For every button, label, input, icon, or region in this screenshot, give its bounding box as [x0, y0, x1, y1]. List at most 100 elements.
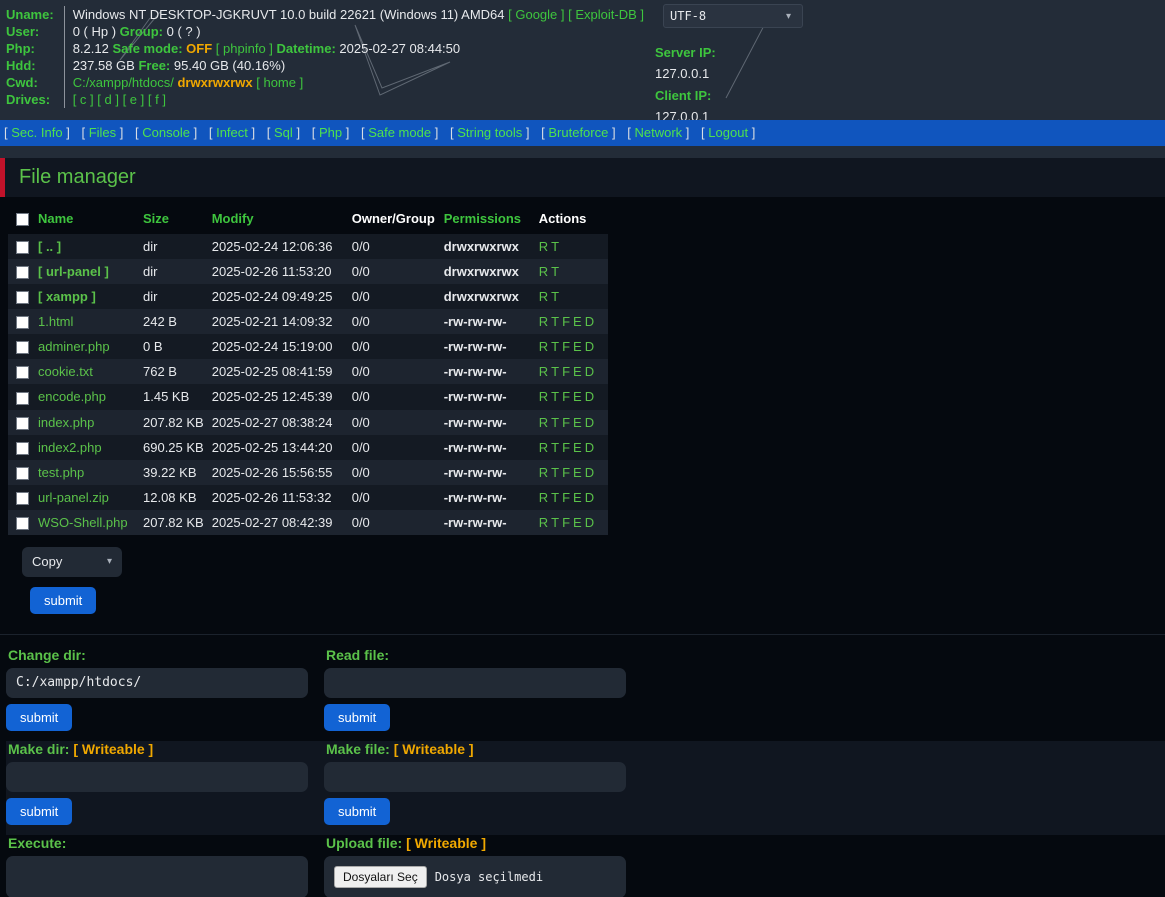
action-touch-link[interactable]: T	[551, 264, 559, 279]
bulk-submit-button[interactable]: submit	[30, 586, 97, 614]
change-dir-submit-button[interactable]: submit	[6, 703, 73, 731]
nav-link-console[interactable]: Console	[142, 125, 190, 140]
action-file-info-link[interactable]: F	[562, 490, 570, 505]
file-link[interactable]: adminer.php	[38, 339, 110, 354]
directory-link[interactable]: [ url-panel ]	[38, 264, 109, 279]
action-edit-link[interactable]: E	[573, 339, 582, 354]
nav-link-safe-mode[interactable]: Safe mode	[368, 125, 431, 140]
row-select-checkbox[interactable]	[16, 516, 29, 530]
action-file-info-link[interactable]: F	[562, 389, 570, 404]
action-download-link[interactable]: D	[585, 314, 594, 329]
action-edit-link[interactable]: E	[573, 515, 582, 530]
action-download-link[interactable]: D	[585, 515, 594, 530]
file-link[interactable]: test.php	[38, 465, 84, 480]
action-file-info-link[interactable]: F	[562, 415, 570, 430]
action-read-link[interactable]: R	[539, 264, 548, 279]
file-link[interactable]: WSO-Shell.php	[38, 515, 128, 530]
file-link[interactable]: encode.php	[38, 389, 106, 404]
nav-item-console[interactable]: [ Console ]	[135, 125, 197, 140]
action-touch-link[interactable]: T	[551, 314, 559, 329]
nav-link-network[interactable]: Network	[634, 125, 682, 140]
nav-link-infect[interactable]: Infect	[216, 125, 248, 140]
select-all-checkbox[interactable]	[16, 213, 29, 227]
row-select-checkbox[interactable]	[16, 316, 29, 330]
change-dir-input[interactable]	[6, 667, 308, 698]
action-touch-link[interactable]: T	[551, 415, 559, 430]
nav-link-string-tools[interactable]: String tools	[457, 125, 522, 140]
make-file-input[interactable]	[324, 761, 626, 792]
file-link[interactable]: cookie.txt	[38, 364, 93, 379]
action-file-info-link[interactable]: F	[562, 440, 570, 455]
nav-link-php[interactable]: Php	[319, 125, 342, 140]
action-file-info-link[interactable]: F	[562, 465, 570, 480]
file-link[interactable]: 1.html	[38, 314, 73, 329]
action-read-link[interactable]: R	[539, 490, 548, 505]
upload-file-control[interactable]: Dosyaları Seç Dosya seçilmedi	[324, 855, 626, 897]
action-file-info-link[interactable]: F	[562, 364, 570, 379]
nav-item-infect[interactable]: [ Infect ]	[209, 125, 255, 140]
nav-item-sql[interactable]: [ Sql ]	[267, 125, 300, 140]
choose-files-button[interactable]: Dosyaları Seç	[334, 865, 427, 888]
action-touch-link[interactable]: T	[551, 465, 559, 480]
cwd-path-link[interactable]: C:/xampp/htdocs/	[73, 75, 174, 90]
nav-item-sec-info[interactable]: [ Sec. Info ]	[4, 125, 70, 140]
action-edit-link[interactable]: E	[573, 314, 582, 329]
action-read-link[interactable]: R	[539, 515, 548, 530]
file-link[interactable]: index.php	[38, 415, 94, 430]
action-file-info-link[interactable]: F	[562, 515, 570, 530]
action-edit-link[interactable]: E	[573, 364, 582, 379]
read-file-input[interactable]	[324, 667, 626, 698]
row-select-checkbox[interactable]	[16, 441, 29, 455]
row-select-checkbox[interactable]	[16, 416, 29, 430]
row-select-checkbox[interactable]	[16, 491, 29, 505]
action-download-link[interactable]: D	[585, 440, 594, 455]
action-touch-link[interactable]: T	[551, 289, 559, 304]
drive-e-link[interactable]: [ e ]	[123, 92, 145, 107]
nav-link-bruteforce[interactable]: Bruteforce	[548, 125, 608, 140]
action-file-info-link[interactable]: F	[562, 314, 570, 329]
row-select-checkbox[interactable]	[16, 291, 29, 305]
row-select-checkbox[interactable]	[16, 391, 29, 405]
row-select-checkbox[interactable]	[16, 341, 29, 355]
action-read-link[interactable]: R	[539, 440, 548, 455]
action-read-link[interactable]: R	[539, 465, 548, 480]
action-file-info-link[interactable]: F	[562, 339, 570, 354]
action-download-link[interactable]: D	[585, 389, 594, 404]
action-touch-link[interactable]: T	[551, 515, 559, 530]
action-touch-link[interactable]: T	[551, 239, 559, 254]
action-edit-link[interactable]: E	[573, 415, 582, 430]
column-header-size[interactable]: Size	[143, 205, 212, 235]
action-edit-link[interactable]: E	[573, 490, 582, 505]
phpinfo-link[interactable]: [ phpinfo ]	[216, 41, 273, 56]
row-select-checkbox[interactable]	[16, 466, 29, 480]
make-dir-submit-button[interactable]: submit	[6, 797, 73, 825]
action-read-link[interactable]: R	[539, 339, 548, 354]
file-link[interactable]: url-panel.zip	[38, 490, 109, 505]
action-touch-link[interactable]: T	[551, 339, 559, 354]
action-download-link[interactable]: D	[585, 339, 594, 354]
nav-item-safe-mode[interactable]: [ Safe mode ]	[361, 125, 438, 140]
drive-f-link[interactable]: [ f ]	[148, 92, 166, 107]
nav-item-string-tools[interactable]: [ String tools ]	[450, 125, 530, 140]
action-touch-link[interactable]: T	[551, 490, 559, 505]
action-read-link[interactable]: R	[539, 389, 548, 404]
action-touch-link[interactable]: T	[551, 440, 559, 455]
action-read-link[interactable]: R	[539, 314, 548, 329]
nav-link-sql[interactable]: Sql	[274, 125, 293, 140]
nav-item-network[interactable]: [ Network ]	[627, 125, 689, 140]
file-link[interactable]: index2.php	[38, 440, 102, 455]
row-select-checkbox[interactable]	[16, 266, 29, 280]
home-link[interactable]: [ home ]	[256, 75, 303, 90]
make-dir-input[interactable]	[6, 761, 308, 792]
nav-link-logout[interactable]: Logout	[708, 125, 748, 140]
action-touch-link[interactable]: T	[551, 389, 559, 404]
directory-link[interactable]: [ .. ]	[38, 239, 61, 254]
action-download-link[interactable]: D	[585, 490, 594, 505]
execute-input[interactable]	[6, 855, 308, 897]
bulk-action-select[interactable]: Copy	[22, 546, 122, 577]
column-header-name[interactable]: Name	[38, 205, 143, 235]
action-touch-link[interactable]: T	[551, 364, 559, 379]
nav-link-sec-info[interactable]: Sec. Info	[11, 125, 62, 140]
drive-d-link[interactable]: [ d ]	[97, 92, 119, 107]
action-read-link[interactable]: R	[539, 289, 548, 304]
